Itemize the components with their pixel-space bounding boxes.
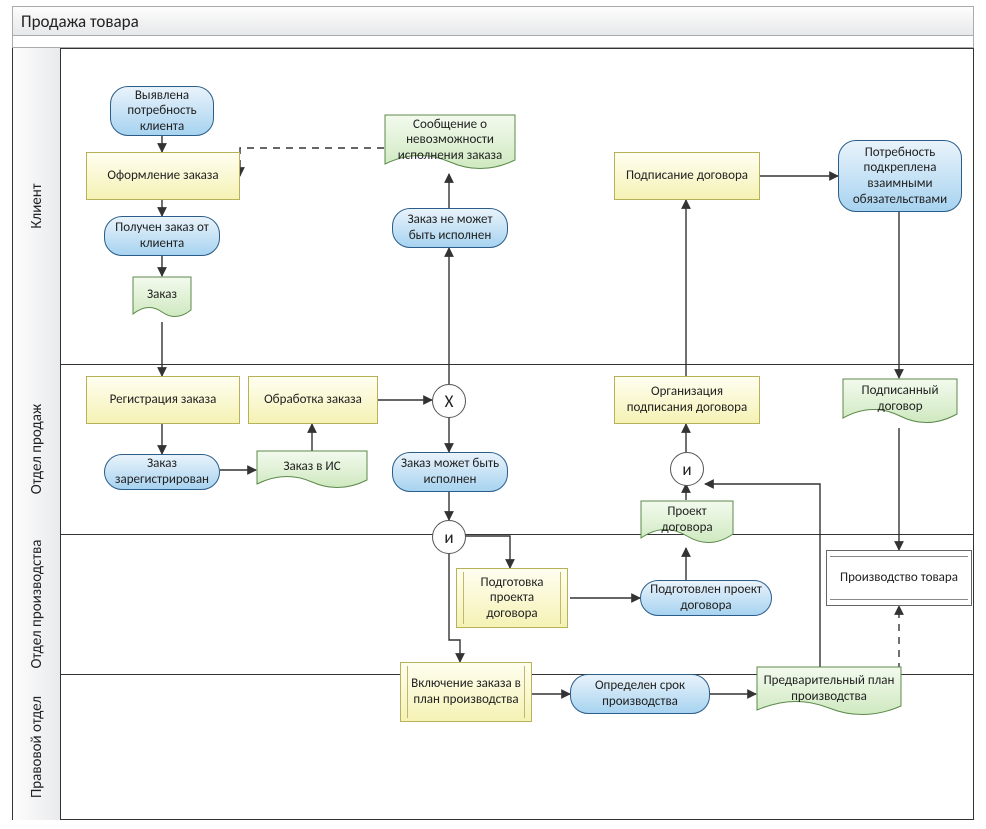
- lane-sep: [13, 48, 973, 49]
- lane-header-client: Клиент: [13, 48, 61, 364]
- event-need-identified: Выявлена потребность клиента: [110, 86, 214, 136]
- event-term-defined: Определен срок производства: [570, 674, 710, 714]
- lane-label: Правовой отдел: [28, 696, 46, 798]
- lane-label: Клиент: [28, 183, 46, 228]
- document-preliminary-plan: Предварительный план производства: [756, 666, 902, 720]
- gateway-and-join: и: [670, 452, 704, 486]
- document-label: Заказ: [132, 276, 192, 314]
- document-order: Заказ: [132, 276, 192, 322]
- event-can-fulfill: Заказ может быть исполнен: [392, 452, 508, 492]
- subprocess-production: Производство товара: [826, 550, 972, 606]
- pool-strip: [12, 36, 974, 48]
- task-order-creation: Оформление заказа: [86, 152, 240, 200]
- lane-sep: [13, 534, 973, 535]
- task-process-order: Обработка заказа: [248, 376, 378, 424]
- document-label: Заказ в ИС: [256, 450, 368, 484]
- lane-label: Отдел продаж: [28, 404, 46, 495]
- document-signed-contract: Подписанный договор: [842, 378, 958, 428]
- lane-header-legal: Правовой отдел: [13, 674, 61, 820]
- document-reject-message: Сообщение о невозможности исполнения зак…: [384, 114, 516, 174]
- document-order-is: Заказ в ИС: [256, 450, 368, 492]
- task-organize-signing: Организация подписания договора: [614, 376, 760, 424]
- document-label: Подписанный договор: [842, 378, 958, 420]
- task-register-order: Регистрация заказа: [86, 376, 240, 424]
- gateway-and-split: и: [432, 520, 466, 554]
- document-contract-draft: Проект договора: [640, 500, 734, 548]
- task-sign-contract: Подписание договора: [614, 152, 760, 200]
- diagram-title-bar: Продажа товара: [12, 6, 974, 36]
- event-order-received: Получен заказ от клиента: [104, 216, 220, 256]
- event-cannot-fulfill: Заказ не может быть исполнен: [392, 208, 508, 248]
- lane-header-sales: Отдел продаж: [13, 364, 61, 534]
- document-label: Предварительный план производства: [756, 666, 902, 712]
- task-include-in-plan: Включение заказа в план производства: [400, 662, 532, 722]
- lane-header-production: Отдел производства: [13, 534, 61, 674]
- lane-sep: [13, 364, 973, 365]
- event-order-registered: Заказ зарегистрирован: [104, 454, 220, 490]
- gateway-xor: X: [432, 384, 466, 418]
- task-prepare-contract-draft: Подготовка проекта договора: [456, 568, 568, 628]
- event-draft-prepared: Подготовлен проект договора: [640, 580, 772, 616]
- diagram-title: Продажа товара: [21, 11, 139, 32]
- lane-label: Отдел производства: [28, 540, 46, 669]
- event-obligations: Потребность подкреплена взаимными обязат…: [838, 140, 962, 212]
- document-label: Проект договора: [640, 500, 734, 540]
- document-label: Сообщение о невозможности исполнения зак…: [384, 114, 516, 166]
- diagram-frame: Продажа товара Клиент Отдел продаж Отдел…: [0, 0, 986, 829]
